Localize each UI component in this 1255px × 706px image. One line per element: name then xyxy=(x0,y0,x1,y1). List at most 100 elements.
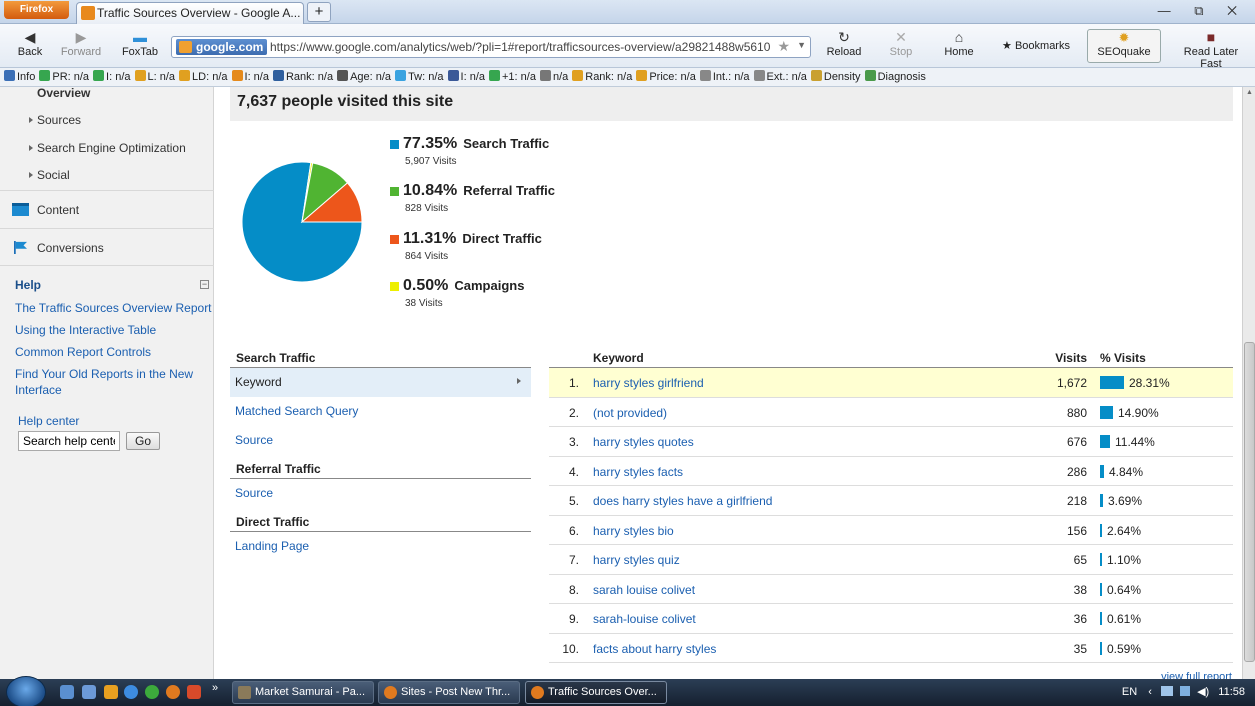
home-button[interactable]: ⌂ Home xyxy=(942,28,976,58)
url-dropdown-icon[interactable]: ▼ xyxy=(797,40,806,50)
col-visits[interactable]: Visits xyxy=(1055,351,1087,365)
keyword-link[interactable]: harry styles girlfriend xyxy=(593,376,704,390)
help-go-button[interactable]: Go xyxy=(126,432,160,450)
help-link-overview-report[interactable]: The Traffic Sources Overview Report xyxy=(15,300,212,316)
table-row[interactable]: 3. harry styles quotes 676 11.44% xyxy=(549,427,1233,457)
ext-item[interactable]: Density xyxy=(810,68,861,86)
taskbar-item-traffic-sources[interactable]: Traffic Sources Over... xyxy=(525,681,667,704)
ext-item[interactable]: n/a xyxy=(539,68,568,86)
back-button[interactable]: ◀ Back xyxy=(14,28,46,58)
stop-button[interactable]: ✕ Stop xyxy=(888,28,914,58)
ext-item[interactable]: Diagnosis xyxy=(864,68,926,86)
table-row[interactable]: 4. harry styles facts 286 4.84% xyxy=(549,457,1233,486)
ext-item[interactable]: Rank: n/a xyxy=(572,68,632,86)
read-later-button[interactable]: ■ Read Later Fast xyxy=(1172,28,1250,70)
forward-button[interactable]: ▶ Forward xyxy=(60,28,102,58)
keyword-link[interactable]: harry styles facts xyxy=(593,465,683,479)
language-indicator[interactable]: EN xyxy=(1122,686,1137,698)
page-scrollbar[interactable]: ▲ xyxy=(1242,87,1255,679)
ext-item[interactable]: Rank: n/a xyxy=(272,68,333,86)
traffic-pie-chart[interactable] xyxy=(240,160,364,284)
table-row[interactable]: 1. harry styles girlfriend 1,672 28.31% xyxy=(549,368,1233,398)
show-desktop-icon[interactable] xyxy=(60,685,74,699)
keyword-link[interactable]: harry styles quiz xyxy=(593,553,680,567)
action-center-icon[interactable] xyxy=(1180,686,1191,696)
reload-button[interactable]: ↻ Reload xyxy=(826,28,862,58)
keyword-link[interactable]: facts about harry styles xyxy=(593,642,716,656)
table-row[interactable]: 8. sarah louise colivet 38 0.64% xyxy=(549,575,1233,604)
collapse-icon[interactable]: − xyxy=(200,280,209,289)
ext-item[interactable]: Tw: n/a xyxy=(395,68,444,86)
seoquake-button[interactable]: ✹ SEOquake xyxy=(1087,29,1161,63)
ext-item[interactable]: Ext.: n/a xyxy=(753,68,807,86)
sidebar-item-content[interactable]: Content xyxy=(0,190,214,228)
explorer-icon[interactable] xyxy=(82,685,96,699)
table-row[interactable]: 9. sarah-louise colivet 36 0.61% xyxy=(549,604,1233,634)
help-link-old-reports[interactable]: Find Your Old Reports in the New Interfa… xyxy=(15,366,205,398)
wordpress-icon[interactable] xyxy=(145,685,159,699)
ie-icon[interactable] xyxy=(124,685,138,699)
ext-item[interactable]: I: n/a xyxy=(447,68,485,86)
help-link-interactive-table[interactable]: Using the Interactive Table xyxy=(15,322,156,338)
taskbar-item-market-samurai[interactable]: Market Samurai - Pa... xyxy=(232,681,374,704)
ext-item[interactable]: I: n/a xyxy=(231,68,269,86)
sidebar-item-social[interactable]: Social xyxy=(29,168,70,182)
table-row[interactable]: 5. does harry styles have a girlfriend 218… xyxy=(549,486,1233,516)
url-text[interactable]: https://www.google.com/analytics/web/?pl… xyxy=(270,40,770,54)
table-row[interactable]: 7. harry styles quiz 65 1.10% xyxy=(549,545,1233,575)
sidebar-item-seo[interactable]: Search Engine Optimization xyxy=(29,141,186,155)
dimension-link[interactable]: Keyword xyxy=(230,368,531,397)
app-icon[interactable] xyxy=(187,685,201,699)
ext-item[interactable]: Int.: n/a xyxy=(699,68,750,86)
col-keyword[interactable]: Keyword xyxy=(593,351,644,365)
col-pct-visits[interactable]: % Visits xyxy=(1100,351,1146,365)
window-controls[interactable]: — ⧉ ✕ xyxy=(1158,3,1247,19)
clock[interactable]: 11:58 xyxy=(1218,686,1245,698)
dimension-link[interactable]: Landing Page xyxy=(230,532,531,561)
sidebar-item-sources[interactable]: Sources xyxy=(29,113,81,127)
start-button[interactable] xyxy=(6,676,46,706)
ext-item[interactable]: L: n/a xyxy=(134,68,175,86)
taskbar-item-sites[interactable]: Sites - Post New Thr... xyxy=(378,681,520,704)
site-identity-badge[interactable]: google.com xyxy=(176,39,268,55)
table-row[interactable]: 2. (not provided) 880 14.90% xyxy=(549,398,1233,427)
help-link-report-controls[interactable]: Common Report Controls xyxy=(15,344,151,360)
quicklaunch-overflow-icon[interactable]: » xyxy=(212,682,218,694)
keyword-link[interactable]: sarah louise colivet xyxy=(593,583,695,597)
keyword-link[interactable]: harry styles quotes xyxy=(593,435,694,449)
ext-item[interactable]: I: n/a xyxy=(93,68,131,86)
url-bar[interactable]: google.com https://www.google.com/analyt… xyxy=(171,36,811,58)
ext-item[interactable]: PR: n/a xyxy=(39,68,89,86)
new-tab-button[interactable]: + xyxy=(307,2,331,22)
keyword-link[interactable]: does harry styles have a girlfriend xyxy=(593,494,772,508)
bookmarks-button[interactable]: ★ Bookmarks xyxy=(996,39,1076,52)
table-row[interactable]: 10. facts about harry styles 35 0.59% xyxy=(549,634,1233,663)
ext-item[interactable]: Age: n/a xyxy=(337,68,391,86)
sidebar-item-conversions[interactable]: Conversions xyxy=(0,228,214,266)
help-center-link[interactable]: Help center xyxy=(18,414,79,428)
keyword-link[interactable]: harry styles bio xyxy=(593,524,674,538)
keyword-link[interactable]: (not provided) xyxy=(593,406,667,420)
bookmark-star-icon[interactable]: ★ xyxy=(777,38,790,55)
keyword-link[interactable]: sarah-louise colivet xyxy=(593,612,696,626)
network-icon[interactable] xyxy=(1160,686,1173,696)
scroll-up-icon[interactable]: ▲ xyxy=(1246,89,1253,96)
browser-tab[interactable]: Traffic Sources Overview - Google A... xyxy=(76,2,304,24)
ext-item[interactable]: Price: n/a xyxy=(636,68,696,86)
ext-item[interactable]: +1: n/a xyxy=(489,68,536,86)
ext-item[interactable]: Info xyxy=(4,68,35,86)
table-row[interactable]: 6. harry styles bio 156 2.64% xyxy=(549,516,1233,545)
ext-item[interactable]: LD: n/a xyxy=(179,68,228,86)
tray-expand-icon[interactable]: ‹ xyxy=(1148,686,1152,698)
dimension-link[interactable]: Source xyxy=(230,426,531,455)
media-icon[interactable] xyxy=(104,685,118,699)
dimension-link[interactable]: Matched Search Query xyxy=(230,397,531,426)
scrollbar-thumb[interactable] xyxy=(1244,342,1255,662)
firefox-quicklaunch-icon[interactable] xyxy=(166,685,180,699)
firefox-menu-button[interactable]: Firefox xyxy=(4,1,69,19)
help-search-input[interactable] xyxy=(18,431,120,451)
sidebar-item-overview[interactable]: Overview xyxy=(37,86,90,100)
foxtab-button[interactable]: ▬ FoxTab xyxy=(120,28,160,58)
volume-icon[interactable]: ◀) xyxy=(1197,686,1209,698)
dimension-link[interactable]: Source xyxy=(230,479,531,508)
